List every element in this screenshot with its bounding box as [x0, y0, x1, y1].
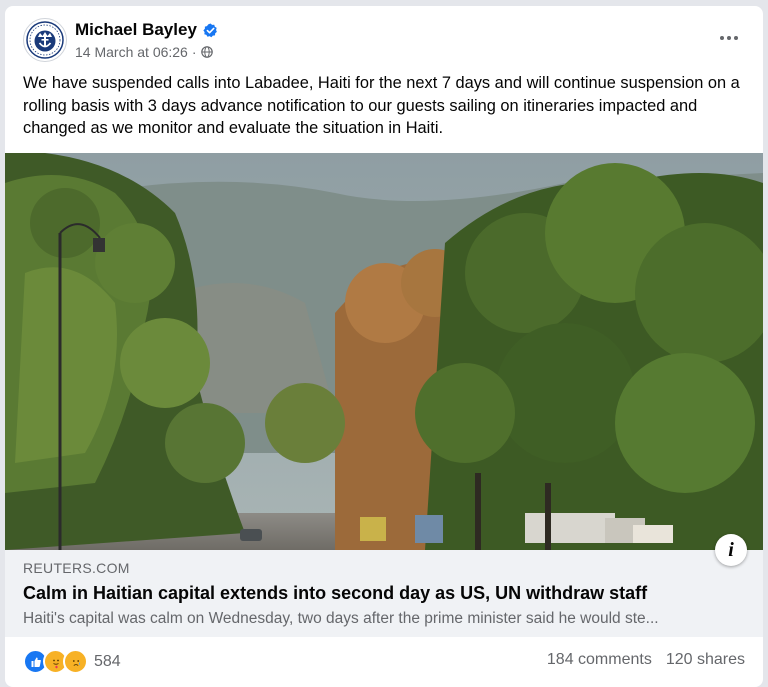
- post-footer: 584 184 comments 120 shares: [5, 637, 763, 687]
- reaction-count: 584: [94, 652, 121, 670]
- link-description: Haiti's capital was calm on Wednesday, t…: [23, 610, 659, 627]
- meta-separator: ·: [191, 44, 197, 60]
- verified-badge-icon: [203, 22, 217, 37]
- engagement-stats: 184 comments 120 shares: [547, 651, 745, 669]
- link-domain: REUTERS.COM: [23, 560, 130, 576]
- globe-icon[interactable]: [200, 46, 213, 58]
- link-preview-image[interactable]: [5, 153, 763, 550]
- comments-count[interactable]: 184 comments: [547, 651, 652, 669]
- reactions-summary[interactable]: 584: [23, 649, 121, 674]
- post-header: Michael Bayley 14 March at 06:26 ·: [5, 6, 763, 66]
- crown-anchor-logo-icon: [26, 21, 64, 59]
- post-card: Michael Bayley 14 March at 06:26 · We ha…: [5, 6, 763, 687]
- link-headline[interactable]: Calm in Haitian capital extends into sec…: [23, 583, 647, 604]
- more-options-icon: [720, 36, 724, 40]
- author-row: Michael Bayley: [75, 20, 218, 40]
- post-meta: 14 March at 06:26 ·: [75, 44, 213, 60]
- link-preview[interactable]: i REUTERS.COM Calm in Haitian capital ex…: [5, 534, 763, 637]
- avatar[interactable]: [23, 18, 67, 62]
- author-name[interactable]: Michael Bayley: [75, 20, 197, 40]
- info-icon[interactable]: i: [715, 534, 747, 566]
- more-options-button[interactable]: [715, 28, 743, 48]
- post-timestamp[interactable]: 14 March at 06:26: [75, 44, 188, 60]
- shares-count[interactable]: 120 shares: [666, 651, 745, 669]
- sad-icon: [63, 649, 88, 674]
- post-text: We have suspended calls into Labadee, Ha…: [23, 74, 740, 137]
- street-trees-photo: [5, 153, 763, 550]
